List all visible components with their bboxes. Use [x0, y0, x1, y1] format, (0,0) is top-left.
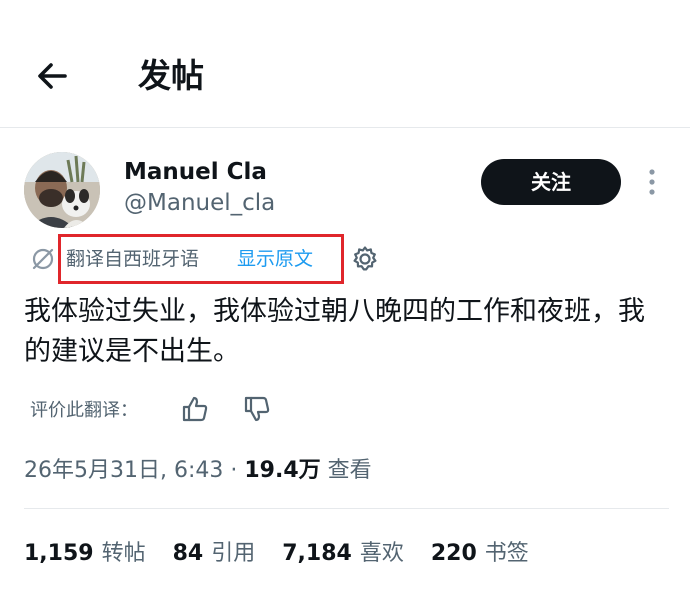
gear-icon[interactable] [350, 244, 380, 274]
translation-highlight-box [58, 234, 344, 284]
stat-reposts[interactable]: 1,159 转帖 [24, 537, 146, 571]
thumbs-up-icon[interactable] [180, 394, 210, 424]
rate-translation-label: 评价此翻译： [30, 400, 138, 421]
author-name[interactable]: Manuel Cla [124, 157, 267, 187]
stat-label: 喜欢 [359, 541, 404, 566]
engagement-stats: 1,159 转帖 84 引用 7,184 喜欢 220 书签 [24, 537, 549, 571]
avatar[interactable] [24, 152, 100, 228]
stat-number: 7,184 [282, 541, 352, 566]
stat-number: 84 [172, 541, 204, 566]
views-label: 查看 [320, 458, 372, 483]
page-title: 发帖 [138, 56, 204, 95]
top-bar: 发帖 [0, 0, 690, 128]
author-handle[interactable]: @Manuel_cla [124, 188, 275, 218]
follow-button[interactable]: 关注 [481, 159, 621, 205]
thumbs-down-icon[interactable] [242, 394, 272, 424]
stat-likes[interactable]: 7,184 喜欢 [282, 537, 404, 571]
stat-label: 书签 [484, 541, 529, 566]
more-vertical-icon[interactable] [640, 166, 664, 198]
arrow-left-icon[interactable] [32, 56, 72, 96]
post-meta: 26年5月31日, 6:43 · 19.4万 查看 [24, 455, 372, 487]
stats-divider [24, 508, 669, 509]
post-timestamp[interactable]: 26年5月31日, 6:43 · [24, 458, 244, 483]
views-count: 19.4万 [244, 458, 321, 483]
stat-label: 转帖 [101, 541, 146, 566]
stat-label: 引用 [211, 541, 256, 566]
globe-slash-icon [30, 246, 56, 272]
stat-number: 220 [430, 541, 477, 566]
tweet-text: 我体验过失业，我体验过朝八晚四的工作和夜班，我的建议是不出生。 [24, 296, 645, 367]
stat-quotes[interactable]: 84 引用 [173, 537, 256, 571]
stat-number: 1,159 [24, 541, 94, 566]
stat-bookmarks[interactable]: 220 书签 [431, 537, 529, 571]
header-divider [0, 127, 690, 128]
